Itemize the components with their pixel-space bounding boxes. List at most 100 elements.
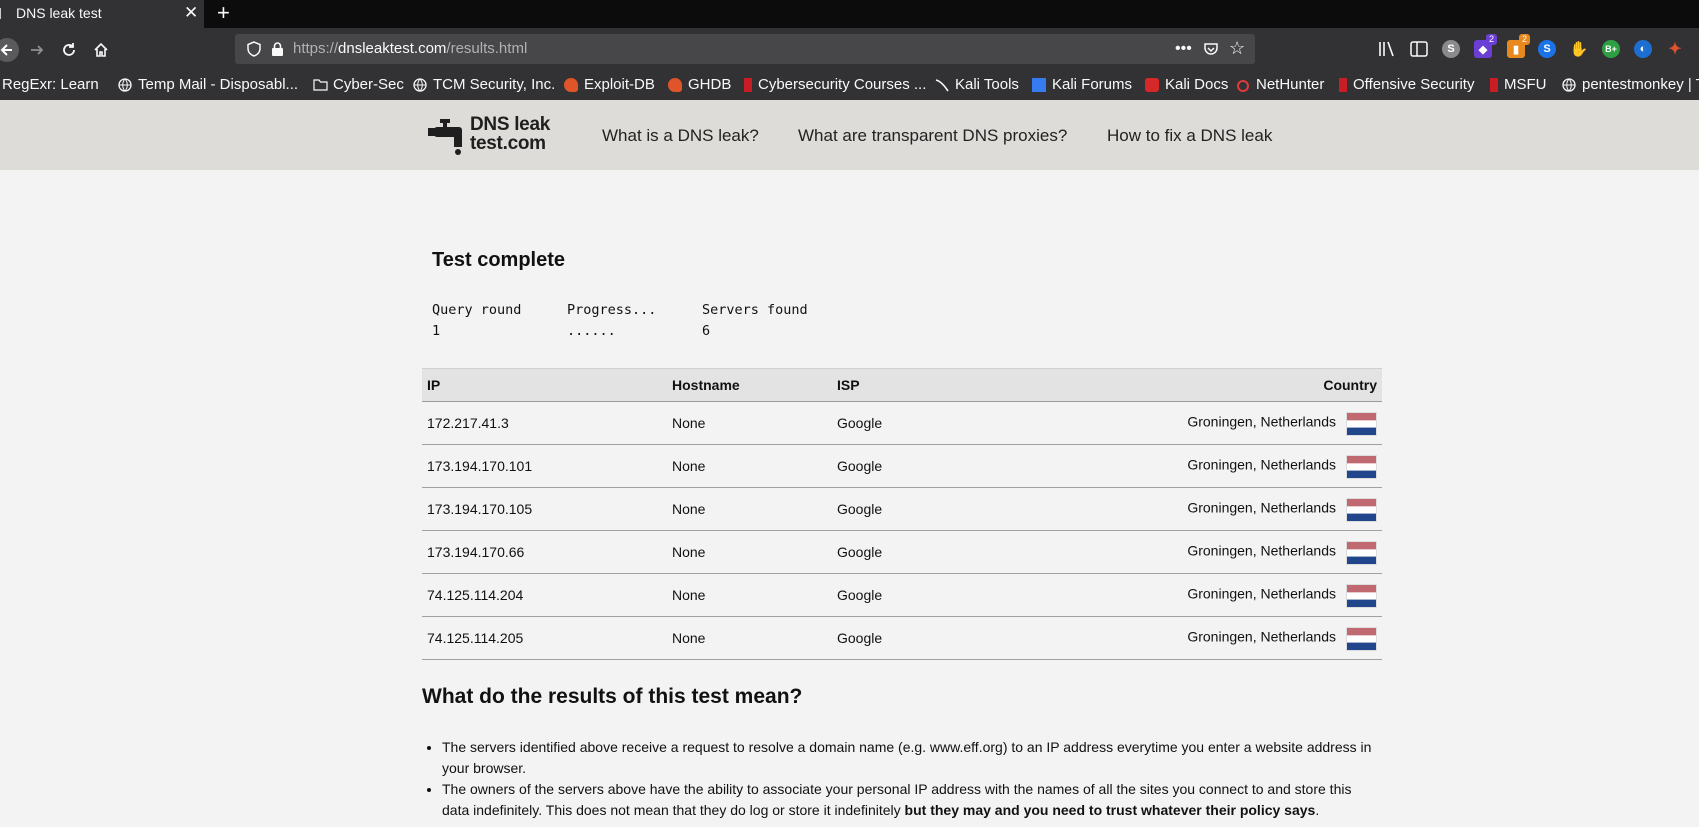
ip-cell: 74.125.114.204 [422, 573, 667, 617]
folder-icon [313, 78, 328, 92]
dns-servers-table: IP Hostname ISP Country 172.217.41.3 None… [422, 368, 1382, 660]
table-header-row: IP Hostname ISP Country [422, 368, 1382, 402]
reload-icon [63, 42, 75, 56]
bookmark-item[interactable]: TCM Security, Inc. [413, 76, 555, 93]
table-row: 173.194.170.105 None Google Groningen, Neth… [422, 487, 1382, 531]
table-row: 74.125.114.204 None Google Groningen, Nethe… [422, 573, 1382, 617]
logo-text: DNS leak test.com [470, 114, 550, 154]
ip-cell: 172.217.41.3 [422, 401, 667, 445]
country-cell: Groningen, Netherlands [1032, 616, 1382, 660]
ip-cell: 74.125.114.205 [422, 616, 667, 660]
sidebar-icon[interactable] [1410, 41, 1428, 57]
bookmark-item[interactable]: Offensive Security [1339, 76, 1474, 93]
column-header-isp: ISP [832, 368, 1032, 402]
bookmark-item[interactable]: Kali Tools [935, 76, 1019, 93]
country-text: Groningen, Netherlands [1187, 542, 1336, 559]
bookmark-item[interactable]: Exploit-DB [564, 76, 655, 93]
isp-cell: Google [832, 530, 1032, 574]
back-button[interactable] [0, 28, 22, 71]
nav-link-transparent-dns-proxies[interactable]: What are transparent DNS proxies? [798, 126, 1067, 146]
extension-globe-icon[interactable]: ◐ [1634, 40, 1652, 58]
faucet-logo-icon [428, 119, 462, 155]
explanation-item: The servers identified above receive a r… [442, 737, 1382, 779]
forward-button[interactable] [22, 28, 52, 71]
explanation-item: The owners of the servers above have the… [442, 779, 1382, 821]
hostname-cell: None [667, 444, 832, 488]
bookmark-star-icon[interactable]: ☆ [1229, 38, 1245, 59]
query-round-label: Query round [432, 302, 522, 318]
bookmarks-toolbar: RegExr: Learn Temp Mail - Disposabl... C… [0, 71, 1699, 100]
back-arrow-icon [0, 37, 19, 62]
country-text: Groningen, Netherlands [1187, 413, 1336, 430]
home-icon [94, 42, 108, 57]
site-logo[interactable]: DNS leak test.com [428, 115, 560, 155]
country-cell: Groningen, Netherlands [1032, 487, 1382, 531]
ip-cell: 173.194.170.105 [422, 487, 667, 531]
bookmark-item[interactable]: RegExr: Learn [0, 76, 99, 93]
hostname-cell: None [667, 487, 832, 531]
bookmark-item[interactable]: pentestmonkey | T [1562, 76, 1699, 93]
servers-found-label: Servers found [702, 302, 808, 318]
country-text: Groningen, Netherlands [1187, 585, 1336, 602]
extension-badge: 2 [1519, 34, 1531, 45]
ip-cell: 173.194.170.101 [422, 444, 667, 488]
nav-link-what-is-dns-leak[interactable]: What is a DNS leak? [602, 126, 759, 146]
column-header-hostname: Hostname [667, 368, 832, 402]
extension-lobster-icon[interactable]: ✦ [1666, 40, 1684, 58]
extension-blue-s-icon[interactable]: S [1538, 40, 1556, 58]
tab-dns-leak-test[interactable]: DNS leak test ✕ [0, 0, 204, 28]
isp-cell: Google [832, 487, 1032, 531]
offsec-icon [1339, 77, 1347, 92]
faucet-icon [0, 8, 1, 19]
url-bar[interactable]: https://dnsleaktest.com/results.html •••… [235, 34, 1255, 64]
bookmark-item[interactable]: GHDB [668, 76, 731, 93]
netherlands-flag-icon [1346, 412, 1377, 436]
extension-s-icon[interactable]: S [1442, 40, 1460, 58]
offsec-icon [1490, 77, 1498, 92]
bookmark-item[interactable]: Cybersecurity Courses ... [744, 76, 926, 93]
page-actions-icon[interactable]: ••• [1175, 40, 1192, 58]
netherlands-flag-icon [1346, 627, 1377, 651]
home-button[interactable] [86, 28, 116, 71]
progress-value: ...... [567, 323, 616, 339]
library-icon[interactable] [1378, 41, 1396, 57]
dragon-icon [744, 77, 752, 92]
table-row: 173.194.170.66 None Google Groningen, Nethe… [422, 530, 1382, 574]
globe-icon [1562, 77, 1576, 92]
kali-icon [1032, 77, 1046, 92]
country-text: Groningen, Netherlands [1187, 628, 1336, 645]
bookmark-folder[interactable]: Cyber-Sec [313, 76, 404, 93]
globe-icon [413, 77, 427, 92]
nav-link-fix-dns-leak[interactable]: How to fix a DNS leak [1107, 126, 1272, 146]
kali-icon [1145, 77, 1159, 92]
netherlands-flag-icon [1346, 498, 1377, 522]
lock-icon[interactable] [271, 41, 284, 57]
new-tab-icon[interactable]: + [217, 1, 230, 25]
bookmark-item[interactable]: NetHunter [1236, 76, 1324, 93]
bookmark-item[interactable]: Temp Mail - Disposabl... [118, 76, 298, 93]
explanation-list: The servers identified above receive a r… [442, 737, 1382, 821]
netherlands-flag-icon [1346, 455, 1377, 479]
isp-cell: Google [832, 616, 1032, 660]
bookmark-item[interactable]: Kali Forums [1032, 76, 1132, 93]
bookmark-item[interactable]: MSFU [1490, 76, 1547, 93]
hostname-cell: None [667, 530, 832, 574]
tracking-shield-icon[interactable] [247, 41, 261, 57]
page-content: Test complete Query round 1 Progress... … [0, 170, 1699, 827]
isp-cell: Google [832, 401, 1032, 445]
reload-button[interactable] [54, 28, 84, 71]
country-text: Groningen, Netherlands [1187, 499, 1336, 516]
results-meaning-heading: What do the results of this test mean? [422, 685, 803, 708]
extension-b-plus-icon[interactable]: B+ [1602, 40, 1620, 58]
table-row: 74.125.114.205 None Google Groningen, Nethe… [422, 616, 1382, 660]
isp-cell: Google [832, 444, 1032, 488]
forward-arrow-icon [31, 44, 44, 55]
extension-hand-icon[interactable]: ✋ [1570, 40, 1589, 58]
pocket-icon[interactable] [1203, 41, 1219, 57]
country-cell: Groningen, Netherlands [1032, 401, 1382, 445]
close-tab-icon[interactable]: ✕ [184, 3, 198, 23]
exploitdb-icon [668, 77, 682, 92]
servers-found-value: 6 [702, 323, 711, 339]
query-round-value: 1 [432, 323, 441, 339]
bookmark-item[interactable]: Kali Docs [1145, 76, 1228, 93]
